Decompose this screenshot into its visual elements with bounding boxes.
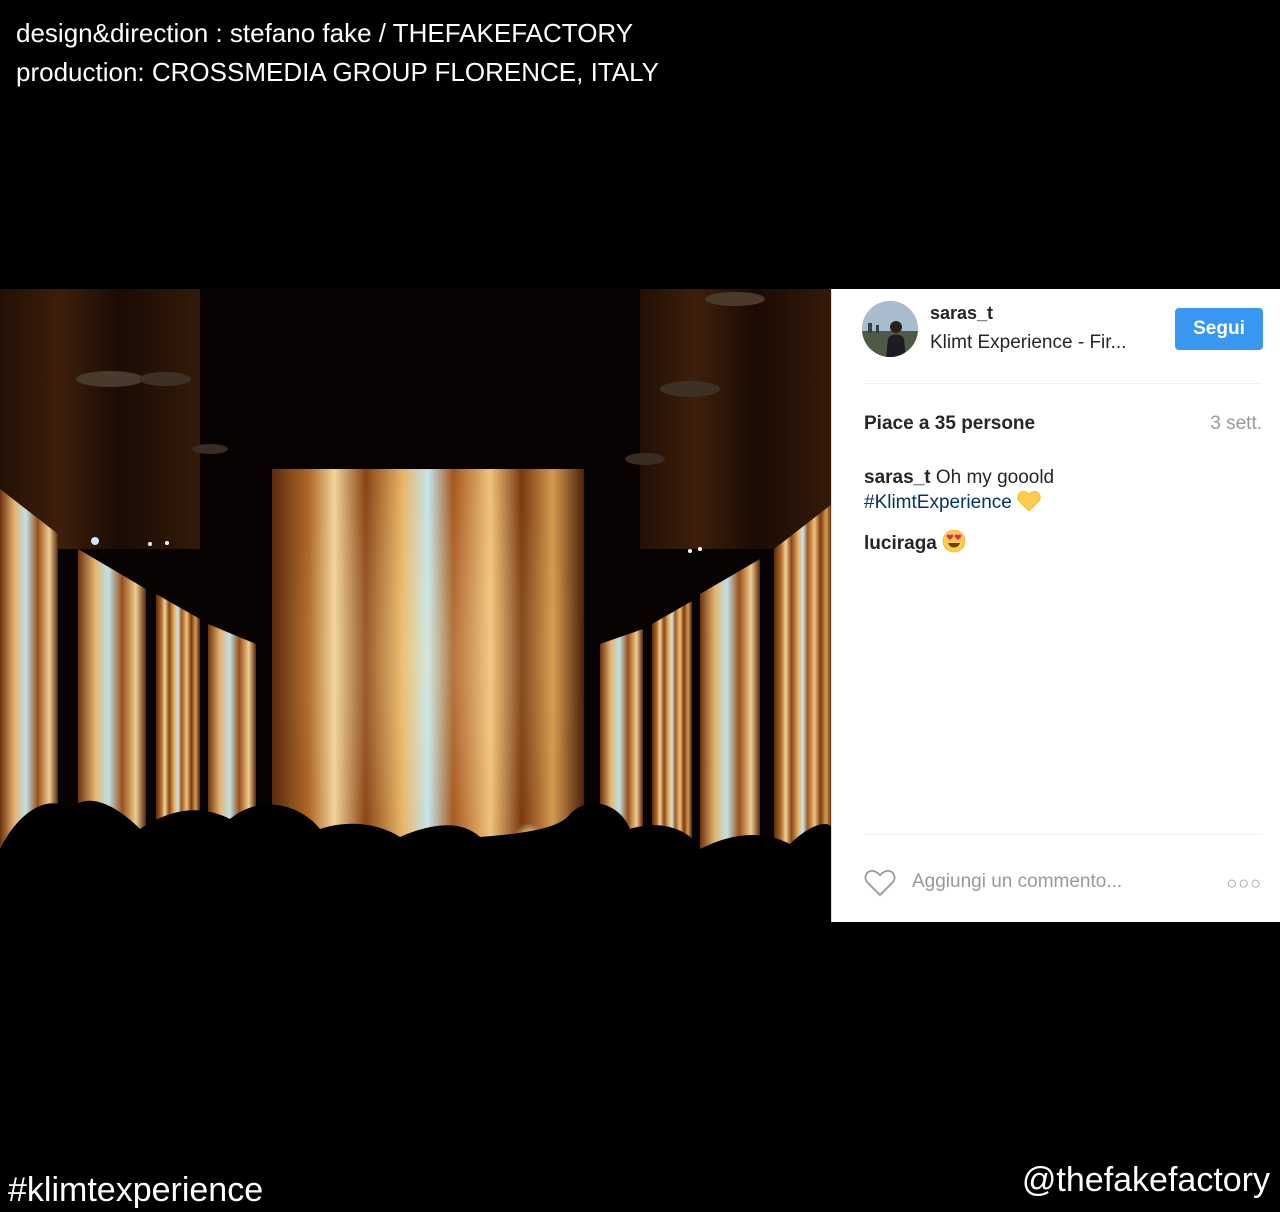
credits-line-2: production: CROSSMEDIA GROUP FLORENCE, I… <box>16 57 659 87</box>
credits-line-1: design&direction : stefano fake / THEFAK… <box>16 18 634 48</box>
hashtag-link[interactable]: #KlimtExperience <box>864 492 1012 513</box>
comment-author[interactable]: luciraga <box>864 533 937 554</box>
like-heart-icon[interactable] <box>864 869 896 902</box>
avatar[interactable] <box>862 301 918 357</box>
divider <box>864 834 1262 835</box>
comment-item: saras_t Oh my gooold #KlimtExperience <box>864 465 1254 519</box>
heart-eyes-emoji-icon <box>942 529 966 560</box>
comment-text: Oh my gooold <box>930 467 1055 488</box>
post-photo <box>0 289 832 922</box>
comment-author[interactable]: saras_t <box>864 467 931 488</box>
post-location[interactable]: Klimt Experience - Fir... <box>930 332 1148 354</box>
comment-item: luciraga <box>864 529 1254 560</box>
comment-list: saras_t Oh my gooold #KlimtExperience lu… <box>864 465 1254 570</box>
post-time[interactable]: 3 sett. <box>1210 413 1262 435</box>
divider <box>864 383 1262 384</box>
post-username[interactable]: saras_t <box>930 303 993 324</box>
post-panel: saras_t Klimt Experience - Fir... Segui … <box>831 289 1280 922</box>
likes-count[interactable]: Piace a 35 persone <box>864 413 1035 435</box>
credits: design&direction : stefano fake / THEFAK… <box>16 14 659 92</box>
yellow-heart-icon <box>1017 490 1041 519</box>
footer-hashtag: #klimtexperience <box>8 1171 264 1209</box>
add-comment-input[interactable]: Aggiungi un commento... <box>912 871 1212 893</box>
more-options-icon[interactable]: ○○○ <box>1226 873 1262 894</box>
follow-button[interactable]: Segui <box>1175 308 1263 350</box>
footer-handle: @thefakefactory <box>1021 1161 1270 1199</box>
